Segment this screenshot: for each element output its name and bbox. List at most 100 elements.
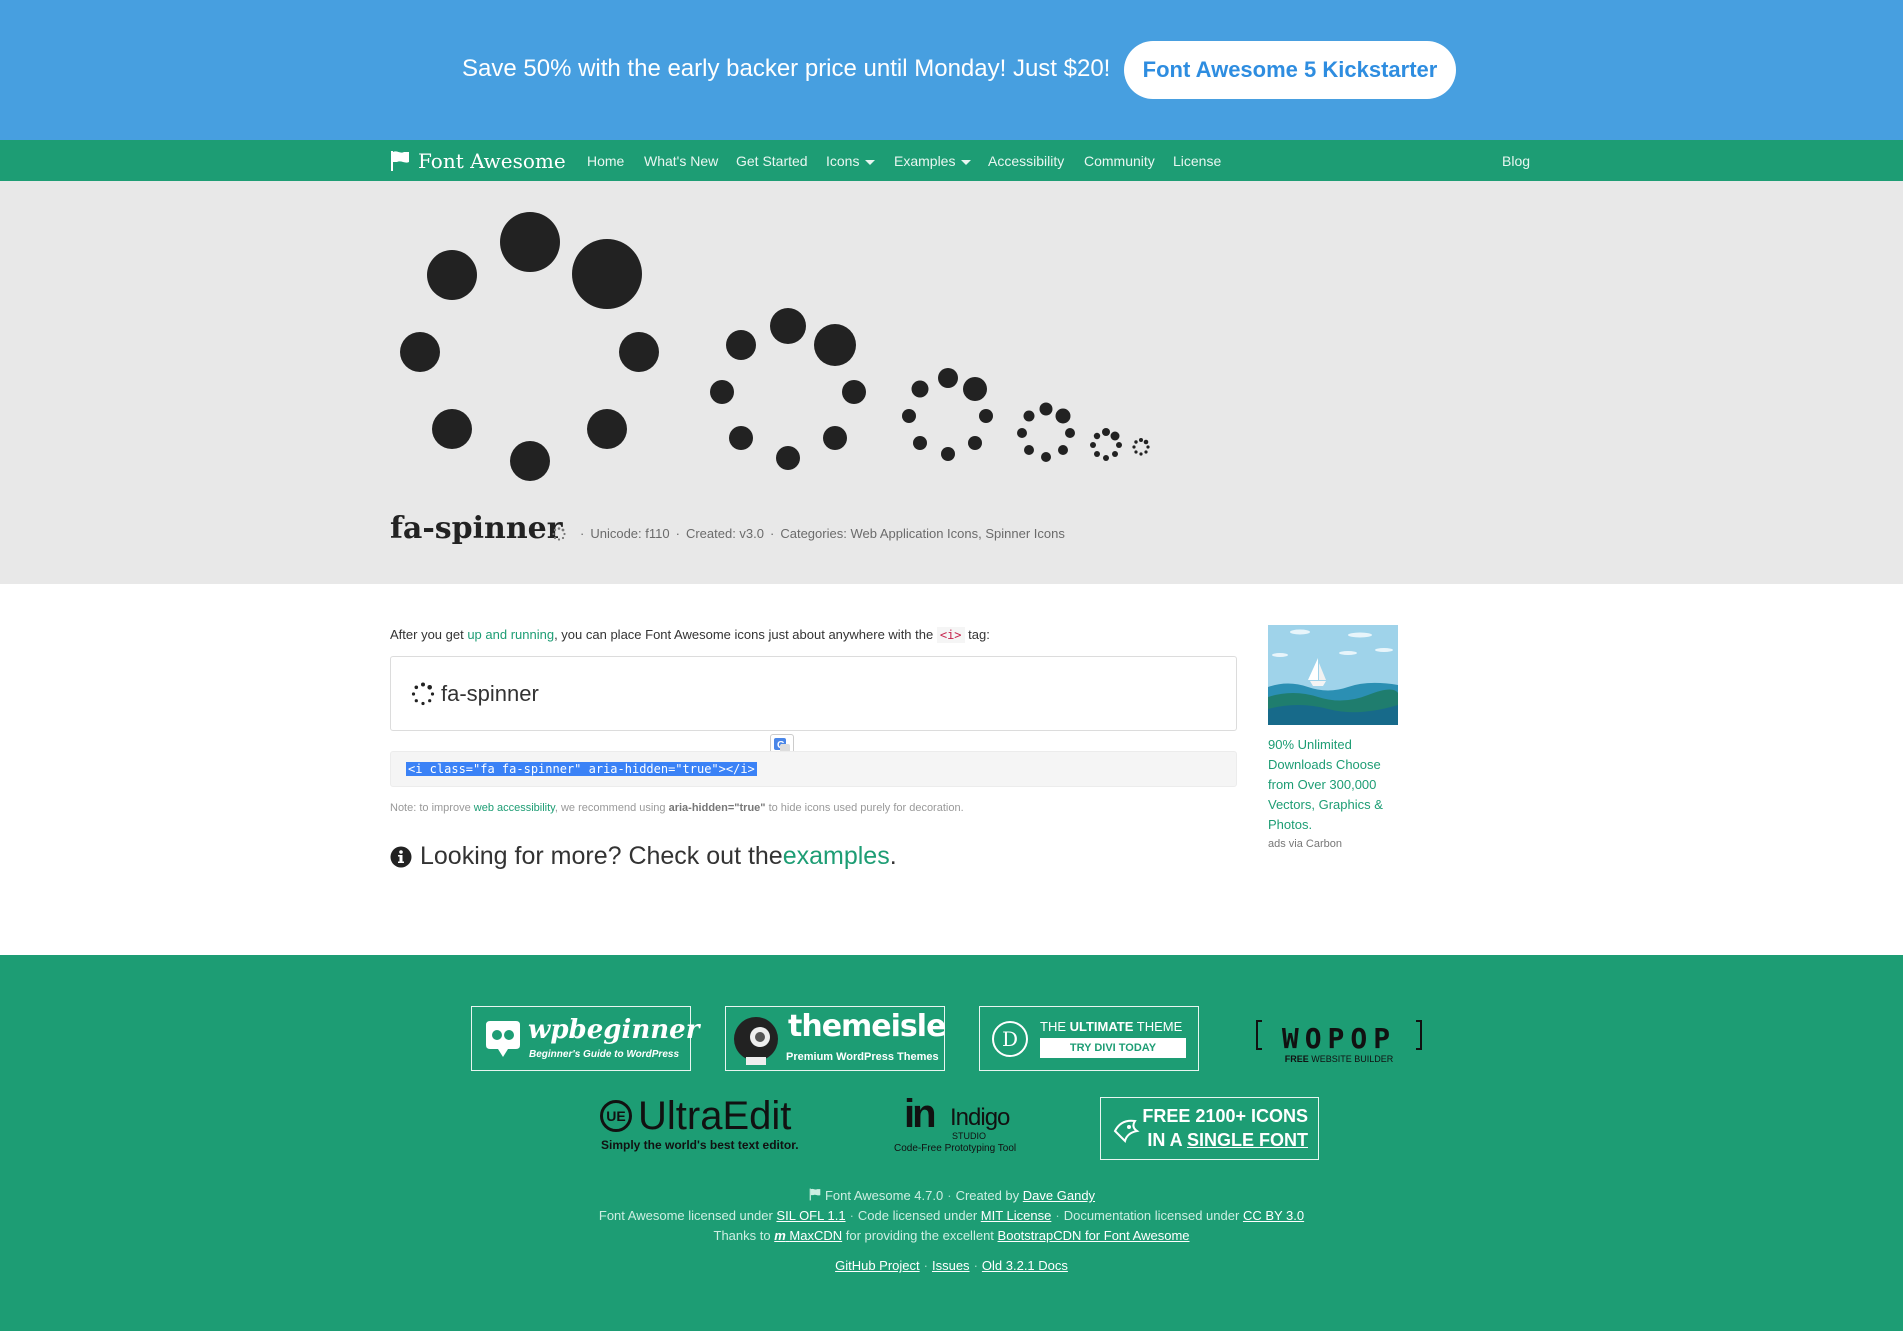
cc-by-link[interactable]: CC BY 3.0 — [1243, 1208, 1304, 1223]
divi-headline-bold: ULTIMATE — [1069, 1019, 1134, 1034]
accessibility-note: Note: to improve web accessibility, we r… — [390, 802, 964, 814]
icon-categories-label: Categories: — [780, 526, 847, 541]
category-web-application[interactable]: Web Application Icons — [850, 526, 978, 541]
spinner-icon-2x — [1017, 402, 1075, 462]
nav-accessibility[interactable]: Accessibility — [988, 153, 1064, 169]
flag-icon — [391, 151, 409, 171]
brand-link[interactable]: Font Awesome — [390, 148, 566, 174]
maxcdn-label: MaxCDN — [789, 1228, 843, 1243]
sponsor-free-icons[interactable]: FREE 2100+ ICONS IN A SINGLE FONT — [1100, 1097, 1319, 1160]
divi-headline-pre: THE — [1040, 1019, 1070, 1034]
spinner-icon — [411, 682, 435, 706]
icon-font-logo-icon — [1113, 1119, 1140, 1143]
dave-gandy-link[interactable]: Dave Gandy — [1023, 1188, 1095, 1203]
examples-link[interactable]: examples — [783, 842, 890, 871]
themeisle-robot-icon — [734, 1017, 778, 1065]
nav-icons[interactable]: Icons — [826, 153, 876, 169]
footer-fa-licensed: Font Awesome licensed under — [598, 1208, 773, 1223]
sponsor-ultraedit[interactable]: UE UltraEdit Simply the world's best tex… — [598, 1094, 828, 1156]
wpbeginner-tagline: Beginner's Guide to WordPress — [529, 1049, 679, 1060]
kickstarter-button[interactable]: Font Awesome 5 Kickstarter — [1124, 41, 1456, 99]
spinner-icon — [552, 526, 566, 541]
sailboat-ad-image — [1268, 625, 1398, 725]
spinner-icon-3x — [902, 368, 993, 461]
more-text: . — [889, 842, 897, 870]
icon-hero: fa-spinner · Unicode: f110 · Created: v3… — [0, 181, 1903, 584]
nav-home[interactable]: Home — [587, 153, 624, 169]
top-navbar: Font Awesome Home What's New Get Started… — [0, 140, 1903, 181]
indigo-tagline: Code-Free Prototyping Tool — [894, 1143, 1017, 1154]
footer-code-licensed: Code licensed under — [857, 1208, 978, 1223]
nav-examples[interactable]: Examples — [894, 153, 972, 169]
nav-license[interactable]: License — [1173, 153, 1221, 169]
maxcdn-logo-icon: m — [774, 1228, 786, 1243]
wopop-tag: WEBSITE BUILDER — [1308, 1054, 1394, 1064]
footer-dot: · — [849, 1208, 854, 1223]
brand-name: Font Awesome — [418, 149, 566, 173]
nav-whats-new[interactable]: What's New — [644, 153, 718, 169]
sponsor-themeisle[interactable]: themeisle Premium WordPress Themes — [725, 1006, 946, 1071]
mit-license-link[interactable]: MIT License — [981, 1208, 1052, 1223]
code-snippet[interactable]: <i class="fa fa-spinner" aria-hidden="tr… — [406, 762, 757, 776]
indigo-logo-icon: in — [904, 1092, 937, 1136]
footer-doc-licensed: Documentation licensed under — [1063, 1208, 1240, 1223]
i-tag-code: <i> — [936, 627, 965, 643]
indigo-studio-label: STUDIO — [952, 1131, 987, 1141]
bootstrapcdn-link[interactable]: BootstrapCDN for Font Awesome — [998, 1228, 1190, 1243]
aria-hidden-attr: aria-hidden="true" — [668, 802, 766, 814]
kickstarter-banner: Save 50% with the early backer price unt… — [0, 0, 1903, 140]
bracket-right — [1416, 1020, 1422, 1050]
intro-text: After you get — [390, 627, 468, 642]
sponsor-divi[interactable]: D THE ULTIMATE THEME TRY DIVI TODAY — [979, 1006, 1199, 1071]
sil-ofl-link[interactable]: SIL OFL 1.1 — [776, 1208, 845, 1223]
footer-dot: · — [947, 1188, 952, 1203]
issues-link[interactable]: Issues — [932, 1258, 970, 1273]
carbon-ad-text[interactable]: 90% Unlimited Downloads Choose from Over… — [1268, 735, 1398, 835]
caret-down-icon — [961, 159, 972, 165]
up-and-running-link[interactable]: up and running — [467, 627, 554, 642]
demo-label: fa-spinner — [441, 681, 539, 706]
footer: wpbeginner Beginner's Guide to WordPress… — [0, 955, 1903, 1331]
sponsor-wpbeginner[interactable]: wpbeginner Beginner's Guide to WordPress — [471, 1006, 699, 1071]
footer-dot: · — [923, 1258, 928, 1273]
ads-via-carbon[interactable]: ads via Carbon — [1268, 838, 1342, 850]
nav-get-started[interactable]: Get Started — [736, 153, 808, 169]
web-accessibility-link[interactable]: web accessibility — [474, 802, 555, 814]
footer-created-by: Created by — [955, 1188, 1020, 1203]
icon-unicode: Unicode: f110 — [590, 526, 670, 541]
nav-blog[interactable]: Blog — [1502, 153, 1530, 169]
more-text: Looking for more? Check out the — [420, 842, 783, 870]
nav-examples-label: Examples — [894, 153, 956, 169]
maxcdn-link[interactable]: m MaxCDN — [774, 1228, 842, 1243]
ultraedit-tagline: Simply the world's best text editor. — [601, 1138, 799, 1152]
sponsor-wopop[interactable]: WOPOP FREE WEBSITE BUILDER — [1256, 1016, 1422, 1064]
meta-separator: · — [675, 526, 680, 541]
icon-created: Created: v3.0 — [685, 526, 764, 541]
icon-demo-box: fa-spinner — [390, 656, 1237, 731]
meta-separator: · — [770, 526, 775, 541]
footer-license-line: Font Awesome licensed under SIL OFL 1.1 ·… — [0, 1208, 1903, 1223]
wpbeginner-name: wpbeginner — [528, 1015, 700, 1045]
ultraedit-logo-icon: UE — [600, 1100, 632, 1132]
wopop-name: WOPOP — [1281, 1022, 1397, 1055]
divi-headline: THE ULTIMATE THEME — [1040, 1019, 1182, 1034]
try-divi-button: TRY DIVI TODAY — [1040, 1038, 1186, 1058]
github-project-link[interactable]: GitHub Project — [835, 1258, 920, 1273]
themeisle-tagline: Premium WordPress Themes — [786, 1051, 939, 1063]
free-icons-line2-pre: IN A — [1147, 1130, 1187, 1150]
intro-text: tag: — [964, 627, 990, 642]
footer-version: Font Awesome 4.7.0 — [824, 1188, 944, 1203]
footer-thanks-line: Thanks to m MaxCDN for providing the exc… — [0, 1228, 1903, 1243]
nav-community[interactable]: Community — [1084, 153, 1155, 169]
footer-providing: for providing the excellent — [845, 1228, 994, 1243]
info-circle-icon — [390, 846, 412, 867]
sponsor-indigo-studio[interactable]: in Indigo STUDIO Code-Free Prototyping T… — [894, 1092, 1034, 1158]
category-spinner[interactable]: Spinner Icons — [985, 526, 1065, 541]
wopop-tag-bold: FREE — [1284, 1054, 1309, 1064]
free-icons-line2-underline: SINGLE FONT — [1187, 1130, 1308, 1150]
spinner-icon-lg — [1090, 428, 1122, 461]
code-snippet-box[interactable]: <i class="fa fa-spinner" aria-hidden="tr… — [390, 751, 1237, 787]
spinner-icon-sizes — [400, 212, 1150, 481]
old-docs-link[interactable]: Old 3.2.1 Docs — [982, 1258, 1068, 1273]
flag-icon — [809, 1188, 821, 1201]
